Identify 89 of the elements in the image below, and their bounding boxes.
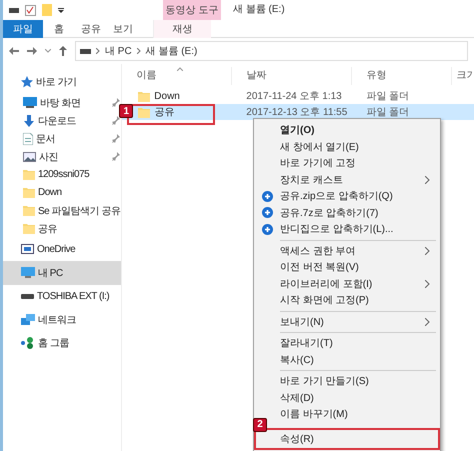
column-header[interactable]: 크기 bbox=[452, 67, 474, 85]
up-arrow-icon bbox=[59, 46, 67, 56]
pin-icon bbox=[112, 116, 120, 125]
address-bar[interactable]: 내 PC 새 볼륨 (E:) bbox=[75, 41, 468, 61]
menu-item[interactable]: 액세스 권한 부여 bbox=[256, 242, 438, 259]
ribbon-tab[interactable]: 공유 bbox=[75, 20, 107, 38]
archive-icon bbox=[262, 190, 273, 202]
column-header[interactable]: 날짜 bbox=[232, 67, 352, 85]
callout-badge: 1 bbox=[119, 104, 134, 118]
nav-item[interactable]: TOSHIBA EXT (I:) bbox=[3, 284, 122, 308]
menu-item[interactable]: 새 창에서 열기(E) bbox=[256, 138, 438, 155]
nav-item[interactable]: 다운로드 bbox=[3, 112, 122, 130]
menu-item[interactable]: 이전 버전 복원(V) bbox=[256, 259, 438, 276]
star-icon bbox=[21, 76, 33, 88]
menu-item[interactable]: 라이브러리에 포함(I) bbox=[256, 276, 438, 292]
menu-item[interactable]: 시작 화면에 고정(P) bbox=[256, 292, 438, 308]
folder-icon bbox=[138, 90, 150, 102]
folder-icon bbox=[42, 4, 52, 16]
archive-icon bbox=[262, 207, 273, 218]
file-type: 파일 폴더 bbox=[365, 90, 410, 103]
menu-item[interactable]: 열기(O) bbox=[256, 122, 438, 138]
file-name: Down bbox=[154, 90, 180, 102]
homegroup-icon bbox=[21, 337, 35, 350]
desktop-icon bbox=[23, 97, 37, 108]
drive-icon bbox=[9, 8, 19, 12]
column-header[interactable]: 유형 bbox=[352, 67, 452, 85]
menu-item[interactable]: 바로 가기에 고정 bbox=[256, 155, 438, 172]
drive-icon bbox=[21, 293, 34, 300]
forward-arrow-icon bbox=[27, 47, 37, 55]
breadcrumb[interactable]: 새 볼륨 (E:) bbox=[146, 44, 198, 58]
menu-item[interactable]: 복사(C) bbox=[256, 352, 438, 368]
nav-item[interactable]: Down bbox=[3, 184, 122, 202]
nav-item[interactable]: 사진 bbox=[3, 148, 122, 166]
folder-icon bbox=[23, 205, 35, 216]
network-icon bbox=[21, 314, 35, 326]
nav-item[interactable]: 바탕 화면 bbox=[3, 94, 122, 112]
window-title: 새 볼륨 (E:) bbox=[233, 3, 285, 17]
folder-icon bbox=[23, 187, 35, 198]
menu-item[interactable]: 삭제(D) bbox=[256, 390, 438, 406]
callout-badge: 2 bbox=[253, 418, 267, 432]
nav-item[interactable]: 홈 그룹 bbox=[3, 332, 122, 355]
nav-item[interactable]: 공유 bbox=[3, 220, 122, 238]
menu-item[interactable]: 바로 가기 만들기(S) bbox=[256, 373, 438, 390]
ribbon-tab[interactable]: 파일 bbox=[3, 20, 43, 38]
nav-item[interactable]: 1209ssni075 bbox=[3, 166, 122, 184]
monitor-icon bbox=[21, 267, 35, 278]
menu-item[interactable]: 잘라내기(T) bbox=[256, 335, 438, 352]
ribbon-tab[interactable]: 홈 bbox=[43, 20, 75, 38]
folder-icon bbox=[23, 169, 35, 180]
pin-icon bbox=[112, 152, 120, 161]
back-arrow-icon bbox=[9, 47, 19, 55]
picture-icon bbox=[23, 152, 36, 162]
document-icon bbox=[23, 132, 33, 144]
nav-item[interactable]: OneDrive bbox=[3, 238, 122, 261]
dropdown-icon bbox=[58, 8, 64, 12]
menu-item[interactable]: 속성(R) bbox=[256, 430, 438, 447]
pin-icon bbox=[112, 98, 120, 107]
menu-item[interactable]: 반디집으로 압축하기(L)... bbox=[256, 221, 438, 238]
breadcrumb[interactable]: 내 PC bbox=[105, 44, 132, 58]
menu-item[interactable]: 장치로 캐스트 bbox=[256, 172, 438, 188]
contextual-tab-label: 동영상 도구 bbox=[163, 0, 221, 20]
folder-icon bbox=[138, 106, 150, 118]
menu-item[interactable]: 공유.7z로 압축하기(7) bbox=[256, 204, 438, 221]
file-row[interactable]: Down 2017-11-24 오후 1:13 파일 폴더 bbox=[122, 88, 474, 104]
ribbon-tab[interactable]: 재생 bbox=[153, 20, 211, 38]
chevron-right-icon bbox=[136, 48, 141, 54]
nav-item[interactable]: 바로 가기 bbox=[3, 70, 122, 94]
pin-icon bbox=[112, 134, 120, 143]
archive-icon bbox=[262, 224, 273, 235]
download-arrow-icon bbox=[23, 114, 35, 126]
nav-item[interactable]: 내 PC bbox=[3, 261, 122, 284]
nav-item[interactable]: 문서 bbox=[3, 130, 122, 148]
column-header[interactable]: 이름 bbox=[122, 67, 232, 85]
menu-item[interactable]: 보내기(N) bbox=[256, 314, 438, 330]
folder-icon bbox=[23, 223, 35, 234]
cloud-drive-icon bbox=[21, 244, 34, 254]
file-name: 공유 bbox=[154, 106, 174, 119]
file-date: 2017-11-24 오후 1:13 bbox=[245, 90, 343, 103]
chevron-down-icon bbox=[45, 49, 51, 53]
menu-item[interactable]: 공유.zip으로 압축하기(Q) bbox=[256, 188, 438, 204]
ribbon-tab[interactable]: 보기 bbox=[107, 20, 139, 38]
nav-item[interactable]: Se 파일탐색기 공유 bbox=[3, 202, 122, 220]
drive-icon bbox=[80, 48, 91, 54]
file-date: 2017-12-13 오후 11:55 bbox=[245, 106, 348, 119]
nav-item[interactable]: 네트워크 bbox=[3, 308, 122, 332]
sort-caret-icon bbox=[176, 67, 183, 71]
properties-icon bbox=[25, 4, 36, 16]
chevron-right-icon bbox=[96, 48, 100, 54]
file-type: 파일 폴더 bbox=[365, 106, 410, 119]
